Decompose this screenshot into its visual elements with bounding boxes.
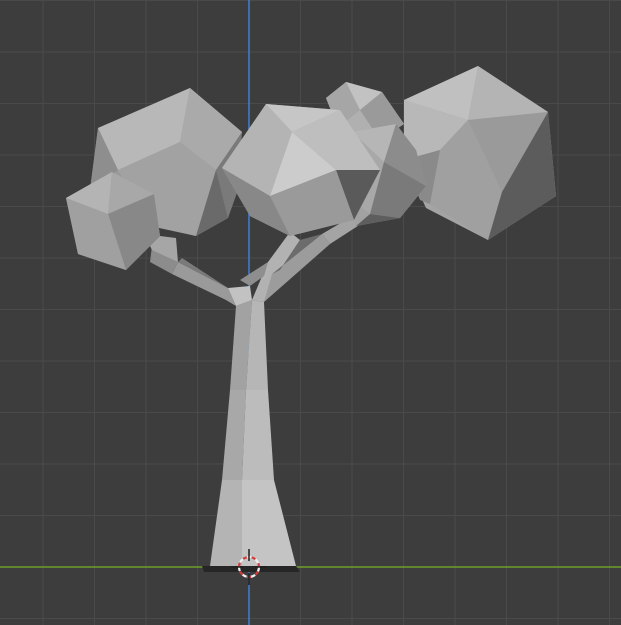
foliage-4[interactable] [404,66,556,240]
viewport-canvas[interactable] [0,0,621,625]
3d-viewport[interactable] [0,0,621,625]
tree-trunk[interactable] [202,300,300,572]
tree-model[interactable] [66,66,556,572]
viewport-grid [0,0,621,625]
